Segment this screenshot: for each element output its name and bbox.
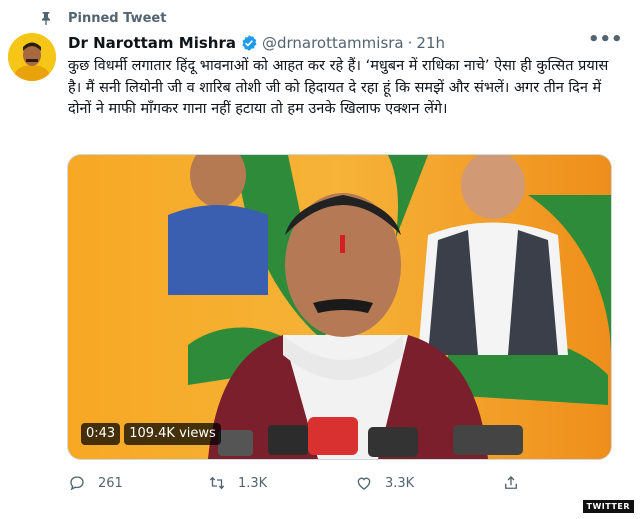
video-thumbnail xyxy=(68,155,611,459)
tweet-timestamp[interactable]: 21h xyxy=(416,34,445,52)
share-icon xyxy=(505,476,517,489)
tweet-header: Dr Narottam Mishra @drnarottammisra · 21… xyxy=(68,33,608,53)
video-duration: 0:43 xyxy=(81,423,121,445)
heart-icon xyxy=(357,477,371,490)
verified-badge-icon xyxy=(242,35,257,51)
like-button[interactable]: 3.3K xyxy=(355,474,414,492)
reply-button[interactable]: 261 xyxy=(68,474,123,492)
video-view-count: 109.4K views xyxy=(124,423,221,445)
like-count: 3.3K xyxy=(385,475,415,491)
tweet-actions: 261 1.3K 3.3K xyxy=(68,472,538,494)
avatar[interactable] xyxy=(8,33,56,81)
watermark-logo: TWITTER xyxy=(582,500,634,513)
pinned-label: Pinned Tweet xyxy=(68,10,167,26)
pin-icon xyxy=(42,12,50,26)
separator-dot: · xyxy=(407,34,413,52)
share-button[interactable] xyxy=(502,474,520,492)
retweet-icon xyxy=(209,476,225,490)
video-player[interactable] xyxy=(67,154,612,460)
more-options-button[interactable]: ••• xyxy=(588,31,623,51)
reply-count: 261 xyxy=(98,475,123,491)
retweet-button[interactable]: 1.3K xyxy=(208,474,267,492)
author-name[interactable]: Dr Narottam Mishra xyxy=(68,34,236,52)
pinned-tweet-indicator: Pinned Tweet xyxy=(38,8,166,28)
video-meta: 0:43 109.4K views xyxy=(81,423,221,445)
author-handle[interactable]: @drnarottammisra xyxy=(262,34,404,52)
retweet-count: 1.3K xyxy=(238,475,268,491)
tweet-text: कुछ विधर्मी लगातार हिंदू भावनाओं को आहत … xyxy=(68,58,609,117)
reply-icon xyxy=(70,476,84,491)
